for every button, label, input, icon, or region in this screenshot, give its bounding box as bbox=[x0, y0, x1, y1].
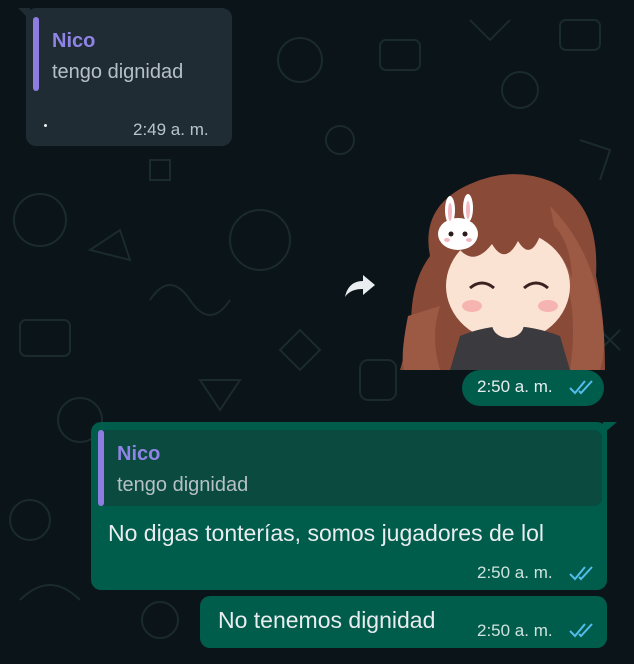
sticker-timestamp: 2:50 a. m. bbox=[477, 377, 553, 396]
double-check-icon bbox=[569, 566, 593, 581]
message-timestamp: 2:50 a. m. bbox=[477, 621, 553, 640]
quoted-text: tengo dignidad bbox=[117, 474, 249, 496]
quote-accent-bar bbox=[98, 430, 104, 506]
message-text: No tenemos dignidad bbox=[218, 607, 436, 633]
quote-accent-bar bbox=[33, 17, 39, 91]
bottom-edge bbox=[0, 656, 634, 664]
forward-arrow-icon bbox=[345, 275, 375, 297]
quoted-author: Nico bbox=[117, 443, 161, 465]
message-text: No digas tonterías, somos jugadores de l… bbox=[108, 520, 544, 546]
anime-girl-bunny-sticker[interactable] bbox=[400, 166, 610, 370]
double-check-icon bbox=[569, 623, 593, 638]
double-check-icon bbox=[569, 380, 593, 395]
quoted-author: Nico bbox=[52, 30, 96, 52]
message-timestamp: 2:49 a. m. bbox=[133, 120, 209, 139]
dot-marker bbox=[44, 124, 47, 127]
quoted-text: tengo dignidad bbox=[52, 61, 184, 83]
message-timestamp: 2:50 a. m. bbox=[477, 563, 553, 582]
forward-button[interactable] bbox=[340, 270, 380, 302]
